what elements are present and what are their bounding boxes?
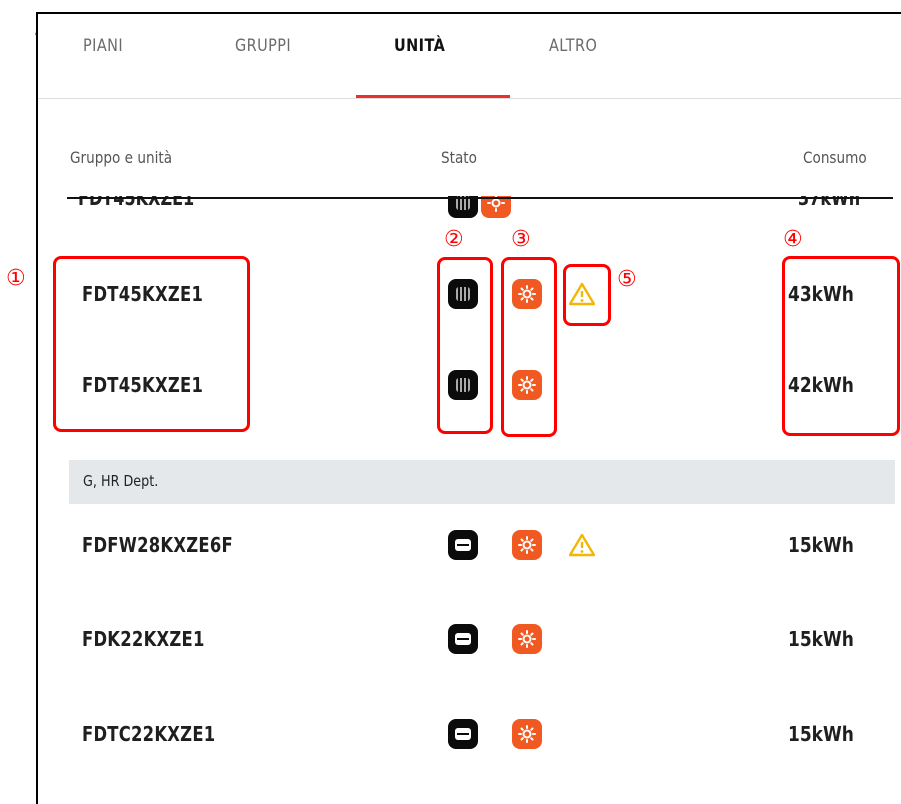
annotation-number-4: ④ bbox=[783, 227, 803, 252]
panel-mode-icon[interactable] bbox=[448, 530, 478, 560]
tab-bar: PIANI GRUPPI UNITÀ ALTRO bbox=[38, 14, 901, 99]
sun-icon[interactable] bbox=[481, 196, 511, 218]
active-tab-indicator bbox=[356, 95, 510, 98]
divider bbox=[67, 197, 893, 199]
sun-icon[interactable] bbox=[512, 624, 542, 654]
annotation-box-power-icons bbox=[501, 257, 557, 437]
panel-mode-icon[interactable] bbox=[448, 719, 478, 749]
annotation-number-2: ② bbox=[444, 227, 464, 252]
partial-table-row[interactable]: FDT45KXZE1 37kWh bbox=[38, 196, 901, 222]
group-label: G, HR Dept. bbox=[83, 472, 159, 490]
panel-mode-icon[interactable] bbox=[448, 624, 478, 654]
fan-mode-icon[interactable] bbox=[448, 196, 478, 218]
tab-piani[interactable]: PIANI bbox=[83, 36, 123, 56]
annotation-box-consumption bbox=[782, 256, 900, 436]
sun-icon[interactable] bbox=[512, 719, 542, 749]
unit-consumption: 15kWh bbox=[788, 533, 854, 557]
sun-icon[interactable] bbox=[512, 530, 542, 560]
unit-consumption: 15kWh bbox=[788, 627, 854, 651]
annotation-box-warning bbox=[563, 264, 611, 326]
annotation-box-mode-icons bbox=[437, 257, 493, 434]
unit-name: FDFW28KXZE6F bbox=[82, 533, 233, 557]
unit-name: FDK22KXZE1 bbox=[82, 627, 205, 651]
annotation-number-3: ③ bbox=[511, 227, 531, 252]
column-header-consumption: Consumo bbox=[803, 148, 867, 167]
annotation-box-unit-names bbox=[53, 256, 250, 432]
column-header-status: Stato bbox=[441, 148, 477, 167]
unit-name: FDTC22KXZE1 bbox=[82, 722, 216, 746]
group-header[interactable]: G, HR Dept. bbox=[69, 460, 895, 504]
tab-altro[interactable]: ALTRO bbox=[549, 36, 597, 56]
unit-consumption: 15kWh bbox=[788, 722, 854, 746]
tab-unita[interactable]: UNITÀ bbox=[394, 36, 445, 56]
warning-icon[interactable] bbox=[569, 533, 595, 557]
annotation-number-1: ① bbox=[6, 266, 26, 291]
column-header-group-unit: Gruppo e unità bbox=[70, 148, 173, 167]
tab-gruppi[interactable]: GRUPPI bbox=[235, 36, 291, 56]
annotation-number-5: ⑤ bbox=[617, 267, 637, 292]
